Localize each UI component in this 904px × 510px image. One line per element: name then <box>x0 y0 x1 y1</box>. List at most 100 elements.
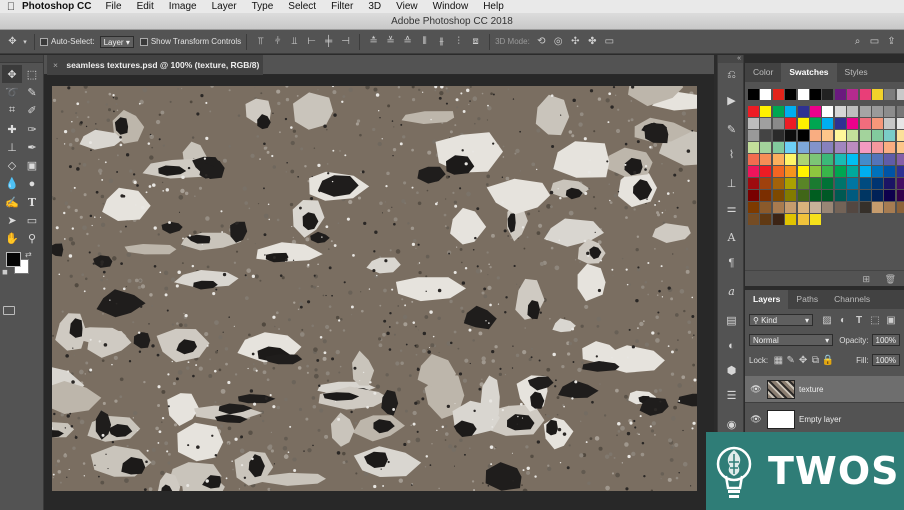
color-swatch[interactable] <box>797 190 809 201</box>
color-swatch[interactable] <box>772 142 784 153</box>
color-swatch[interactable] <box>834 142 846 153</box>
color-swatch[interactable] <box>834 106 846 117</box>
healing-brush-icon[interactable]: ✚ <box>2 120 22 138</box>
color-swatch[interactable] <box>785 154 797 165</box>
color-swatch[interactable] <box>834 166 846 177</box>
color-swatch[interactable] <box>748 130 759 141</box>
color-swatch[interactable] <box>772 202 784 213</box>
color-swatch[interactable] <box>896 154 904 165</box>
color-swatch[interactable] <box>859 106 871 117</box>
color-swatch[interactable] <box>760 89 772 100</box>
color-swatch[interactable] <box>834 89 846 100</box>
history-brush-icon[interactable]: ✒ <box>22 138 42 156</box>
marquee-tool-icon[interactable]: ⬚ <box>22 65 42 83</box>
color-swatch[interactable] <box>871 89 883 100</box>
quick-select-icon[interactable]: ✎ <box>22 83 42 101</box>
color-swatch[interactable] <box>748 118 759 129</box>
color-swatch[interactable] <box>896 202 904 213</box>
color-swatch[interactable] <box>871 130 883 141</box>
lock-transparent-icon[interactable]: ▦ <box>772 352 784 368</box>
color-swatch[interactable] <box>760 154 772 165</box>
learn-icon[interactable]: ☰ <box>718 383 745 408</box>
color-swatch[interactable] <box>859 202 871 213</box>
color-swatch[interactable] <box>772 118 784 129</box>
auto-select-dropdown[interactable]: Layer ▾ <box>99 35 134 48</box>
color-swatch[interactable] <box>847 118 859 129</box>
blend-mode-dropdown[interactable]: Normal ▾ <box>749 334 834 346</box>
color-swatch[interactable] <box>797 202 809 213</box>
layer-name[interactable]: Empty layer <box>799 415 841 424</box>
collapse-icon[interactable]: « <box>718 55 743 63</box>
color-swatch[interactable] <box>760 142 772 153</box>
3d-scale-icon[interactable]: ▭ <box>601 34 618 50</box>
color-swatch[interactable] <box>822 130 834 141</box>
color-swatch[interactable] <box>871 190 883 201</box>
color-swatch[interactable] <box>748 154 759 165</box>
tab-styles[interactable]: Styles <box>837 63 876 82</box>
align-top-icon[interactable]: ⫪ <box>252 34 269 50</box>
color-swatch[interactable] <box>809 130 821 141</box>
color-swatch[interactable] <box>871 154 883 165</box>
color-swatch[interactable] <box>822 166 834 177</box>
distribute-left-icon[interactable]: ⫴ <box>416 34 433 50</box>
distribute-vcenter-icon[interactable]: ≚ <box>382 34 399 50</box>
tab-color[interactable]: Color <box>745 63 781 82</box>
color-swatch[interactable] <box>822 89 834 100</box>
clone-source-icon[interactable]: ⊥ <box>718 171 745 196</box>
color-swatch[interactable] <box>896 178 904 189</box>
color-swatch[interactable] <box>748 202 759 213</box>
color-swatch[interactable] <box>772 166 784 177</box>
gradient-tool-icon[interactable]: ▣ <box>22 156 42 174</box>
color-swatch[interactable] <box>809 178 821 189</box>
color-swatch[interactable] <box>785 89 797 100</box>
color-swatch[interactable] <box>859 89 871 100</box>
eyedropper-icon[interactable]: ✐ <box>22 102 42 120</box>
color-swatch[interactable] <box>797 154 809 165</box>
brush-tool-icon[interactable]: ✑ <box>22 120 42 138</box>
menu-type[interactable]: Type <box>252 1 274 12</box>
document-canvas[interactable] <box>52 86 697 491</box>
color-swatch[interactable] <box>859 118 871 129</box>
color-swatch[interactable] <box>884 190 896 201</box>
clone-stamp-icon[interactable]: ⊥ <box>2 138 22 156</box>
color-swatch[interactable] <box>847 89 859 100</box>
color-swatch[interactable] <box>822 142 834 153</box>
color-swatch[interactable] <box>748 190 759 201</box>
tab-layers[interactable]: Layers <box>745 290 789 309</box>
color-swatch[interactable] <box>772 154 784 165</box>
color-swatch[interactable] <box>809 202 821 213</box>
foreground-color-swatch[interactable] <box>6 251 21 267</box>
document-tab[interactable]: × seamless textures.psd @ 100% (texture,… <box>47 55 263 75</box>
color-swatch[interactable] <box>834 190 846 201</box>
color-swatch[interactable] <box>760 166 772 177</box>
color-swatch[interactable] <box>871 106 883 117</box>
color-swatch[interactable] <box>772 89 784 100</box>
color-swatch[interactable] <box>785 202 797 213</box>
color-swatch[interactable] <box>822 154 834 165</box>
lock-position-icon[interactable]: ✥ <box>797 352 809 368</box>
tab-channels[interactable]: Channels <box>826 290 878 309</box>
color-swatch[interactable] <box>809 214 821 225</box>
color-swatch[interactable] <box>809 106 821 117</box>
color-swatch[interactable] <box>896 106 904 117</box>
color-swatch[interactable] <box>785 106 797 117</box>
color-swatch[interactable] <box>859 154 871 165</box>
rectangle-tool-icon[interactable]: ▭ <box>22 211 42 229</box>
3d-roll-icon[interactable]: ◎ <box>550 34 567 50</box>
color-swatch[interactable] <box>748 142 759 153</box>
color-swatch[interactable] <box>797 214 809 225</box>
color-swatch[interactable] <box>809 190 821 201</box>
color-swatch[interactable] <box>772 190 784 201</box>
color-swatch[interactable] <box>822 106 834 117</box>
color-swatch[interactable] <box>760 106 772 117</box>
color-swatch[interactable] <box>785 190 797 201</box>
color-swatch[interactable] <box>884 142 896 153</box>
color-swatch[interactable] <box>748 106 759 117</box>
color-swatch[interactable] <box>772 178 784 189</box>
move-tool-icon[interactable]: ✥ <box>4 34 21 50</box>
brush-settings-icon[interactable]: ✎ <box>718 117 745 142</box>
color-swatch[interactable] <box>785 214 797 225</box>
color-swatch[interactable] <box>748 89 759 100</box>
zoom-tool-icon[interactable]: ⚲ <box>22 230 42 248</box>
align-vcenter-icon[interactable]: ⫩ <box>269 34 286 50</box>
